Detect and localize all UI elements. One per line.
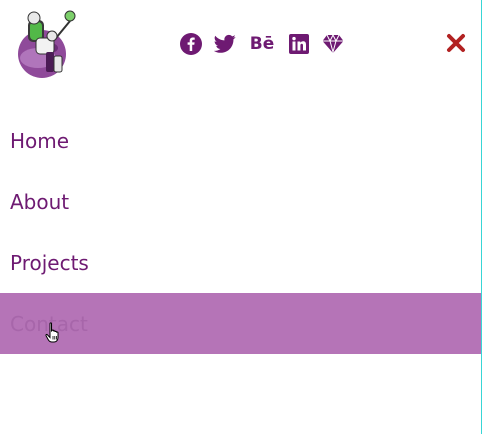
nav-item-contact[interactable]: Contact [0, 293, 482, 354]
nav-item-home[interactable]: Home [0, 110, 482, 171]
pointer-cursor-icon [45, 322, 59, 343]
astronaut-logo[interactable] [12, 8, 80, 80]
page-edge-divider [481, 0, 482, 434]
diamond-icon[interactable] [322, 33, 344, 55]
main-nav: Home About Projects Contact [0, 110, 482, 354]
nav-item-about[interactable]: About [0, 171, 482, 232]
nav-item-label: Home [10, 128, 70, 153]
nav-item-label: Projects [10, 250, 89, 275]
social-links: Bē [180, 33, 344, 55]
behance-icon[interactable]: Bē [248, 33, 276, 55]
nav-item-projects[interactable]: Projects [0, 232, 482, 293]
menu-header: Bē [0, 0, 482, 92]
mobile-menu: Bē Home About Projects Contact [0, 0, 483, 434]
facebook-icon[interactable] [180, 33, 202, 55]
nav-item-label: About [10, 189, 70, 214]
close-icon[interactable] [446, 33, 466, 53]
linkedin-icon[interactable] [288, 33, 310, 55]
twitter-icon[interactable] [214, 33, 236, 55]
